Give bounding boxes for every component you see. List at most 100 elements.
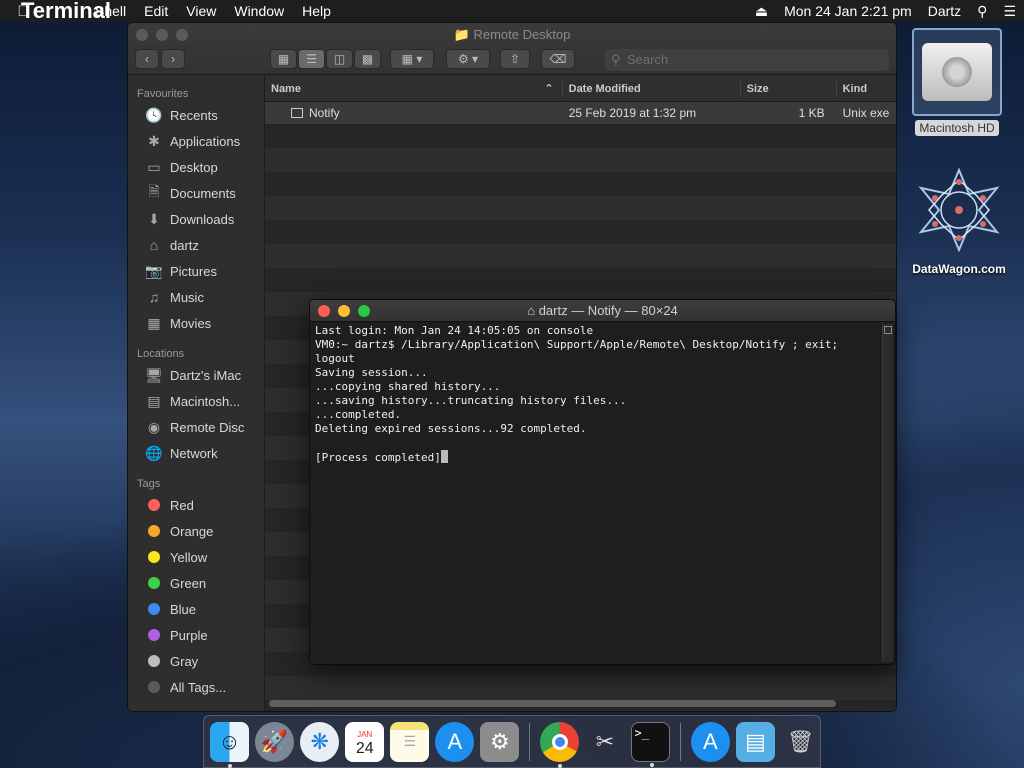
sidebar-item-tag[interactable]: Blue <box>128 596 264 622</box>
trash-icon[interactable]: 🗑 <box>781 722 820 762</box>
menu-help[interactable]: Help <box>293 0 340 22</box>
unix-executable-icon <box>291 108 303 118</box>
sidebar-item-tag[interactable]: Orange <box>128 518 264 544</box>
tag-color-dot <box>148 577 160 589</box>
terminal-line: ...saving history...truncating history f… <box>315 394 627 407</box>
menu-clock[interactable]: Mon 24 Jan 2:21 pm <box>776 3 920 19</box>
share-icon[interactable]: ⇧ <box>500 49 530 69</box>
terminal-output[interactable]: Last login: Mon Jan 24 14:05:05 on conso… <box>310 322 895 467</box>
action-gear-icon[interactable]: ⚙ ▾ <box>446 49 490 69</box>
sidebar-item-remote-disc[interactable]: ◉ Remote Disc <box>128 414 264 440</box>
sidebar-item-desktop[interactable]: ▭ Desktop <box>128 154 264 180</box>
dock: ☺ 🚀 ❋ JAN 24 ☰ A ⚙ ✂ >_ A ▤ 🗑 <box>203 715 821 768</box>
desktop-macintosh-hd[interactable]: Macintosh HD <box>912 28 1002 136</box>
window-title-text: Remote Desktop <box>473 27 571 42</box>
spotlight-search-icon[interactable]: ⚲ <box>969 3 995 20</box>
dock-separator <box>529 722 531 761</box>
sidebar-item-label: Green <box>170 575 207 591</box>
gallery-view-button[interactable]: ▩ <box>354 49 381 69</box>
launchpad-icon[interactable]: 🚀 <box>255 721 295 762</box>
back-button[interactable]: ‹ <box>135 49 159 69</box>
sidebar-item-documents[interactable]: 🗎 Documents <box>128 180 264 206</box>
globe-icon: 🌐 <box>145 444 163 461</box>
sidebar-item-recents[interactable]: 🕓 Recents <box>128 102 264 128</box>
applications-folder-icon[interactable]: A <box>690 721 730 762</box>
horizontal-scrollbar[interactable] <box>269 700 836 707</box>
system-preferences-icon[interactable]: ⚙ <box>480 721 520 762</box>
terminal-icon[interactable]: >_ <box>630 721 670 767</box>
sidebar-item-label: Music <box>170 289 204 305</box>
sidebar-item-imac[interactable]: 🖥 Dartz's iMac <box>128 362 264 388</box>
sidebar-item-tag[interactable]: Purple <box>128 622 264 648</box>
text-cursor <box>440 450 448 463</box>
sidebar-item-label: Desktop <box>170 159 218 175</box>
sidebar-item-home[interactable]: ⌂ dartz <box>128 232 264 258</box>
hard-drive-icon: ▤ <box>147 392 161 409</box>
desktop-icon-label: Macintosh HD <box>915 120 999 136</box>
download-icon: ⬇ <box>148 210 160 227</box>
sidebar-item-label: Pictures <box>170 263 217 279</box>
terminal-line: ...completed. <box>315 408 402 421</box>
sidebar-item-tag[interactable]: Yellow <box>128 544 264 570</box>
list-view-button[interactable]: ☰ <box>298 49 325 69</box>
safari-icon[interactable]: ❋ <box>300 721 340 762</box>
sidebar-item-label: Recents <box>170 107 218 123</box>
sidebar-item-tag[interactable]: Gray <box>128 648 264 674</box>
sidebar-item-label: Red <box>170 497 194 513</box>
desktop-icon: ▭ <box>147 158 161 175</box>
notification-center-icon[interactable]: ☰ <box>995 3 1024 20</box>
home-icon: ⌂ <box>149 237 159 253</box>
sidebar-item-label: dartz <box>170 237 199 253</box>
desktop-datawagon[interactable]: DataWagon.com <box>904 168 1014 276</box>
column-header-kind[interactable]: Kind <box>837 81 896 97</box>
sidebar-item-label: Movies <box>170 315 212 331</box>
menu-view[interactable]: View <box>177 0 225 22</box>
menu-edit[interactable]: Edit <box>135 0 177 22</box>
sidebar-item-label: Yellow <box>170 549 208 565</box>
sidebar-item-tag[interactable]: All Tags... <box>128 674 264 700</box>
sidebar-item-pictures[interactable]: 📷 Pictures <box>128 258 264 284</box>
finder-icon[interactable]: ☺ <box>210 721 250 768</box>
sidebar-item-network[interactable]: 🌐 Network <box>128 440 264 466</box>
sidebar-item-tag[interactable]: Green <box>128 570 264 596</box>
vertical-scrollbar[interactable] <box>882 324 893 662</box>
sidebar-item-applications[interactable]: ✱ Applications <box>128 128 264 154</box>
menu-app-name[interactable]: Terminal <box>21 0 111 31</box>
file-name: Notify <box>309 106 340 120</box>
forward-button[interactable]: › <box>161 49 185 69</box>
app-store-icon[interactable]: A <box>435 721 475 762</box>
eject-icon[interactable]: ⏏ <box>747 3 776 20</box>
tag-color-dot <box>148 655 160 667</box>
search-input[interactable]: ⚲ Search <box>605 49 889 71</box>
sidebar-item-downloads[interactable]: ⬇ Downloads <box>128 206 264 232</box>
column-header-size[interactable]: Size <box>741 80 837 97</box>
tag-icon[interactable]: ⌫ <box>541 49 575 69</box>
group-by-button[interactable]: ▦ ▾ <box>390 49 434 69</box>
menu-user[interactable]: Dartz <box>920 3 969 19</box>
file-kind: Unix exe <box>842 106 890 120</box>
downloads-folder-icon[interactable]: ▤ <box>735 721 775 762</box>
split-pane-icon[interactable] <box>884 326 892 334</box>
tag-color-dot <box>148 499 160 511</box>
notes-icon[interactable]: ☰ <box>390 721 430 762</box>
column-header-name[interactable]: Name ⌃ <box>265 80 563 97</box>
sidebar-item-movies[interactable]: ▦ Movies <box>128 310 264 336</box>
table-row[interactable]: Notify 25 Feb 2019 at 1:32 pm 1 KB Unix … <box>265 102 896 124</box>
screenshot-icon[interactable]: ✂ <box>585 722 624 762</box>
column-view-button[interactable]: ◫ <box>326 49 353 69</box>
calendar-icon[interactable]: JAN 24 <box>345 721 385 762</box>
tag-color-dot <box>148 525 160 537</box>
sidebar-item-tag[interactable]: Red <box>128 492 264 518</box>
sidebar-item-music[interactable]: ♫ Music <box>128 284 264 310</box>
terminal-line: [Process completed] <box>315 451 441 464</box>
close-button[interactable] <box>318 305 330 317</box>
minimize-button[interactable] <box>338 305 350 317</box>
column-header-date[interactable]: Date Modified <box>563 80 741 97</box>
icon-view-button[interactable]: ▦ <box>270 49 297 69</box>
tag-color-dot <box>148 551 160 563</box>
sidebar-item-macintosh-hd[interactable]: ▤ Macintosh... <box>128 388 264 414</box>
zoom-button[interactable] <box>358 305 370 317</box>
menu-window[interactable]: Window <box>225 0 293 22</box>
sort-chevron-up-icon: ⌃ <box>544 82 554 95</box>
chrome-icon[interactable] <box>540 721 580 768</box>
